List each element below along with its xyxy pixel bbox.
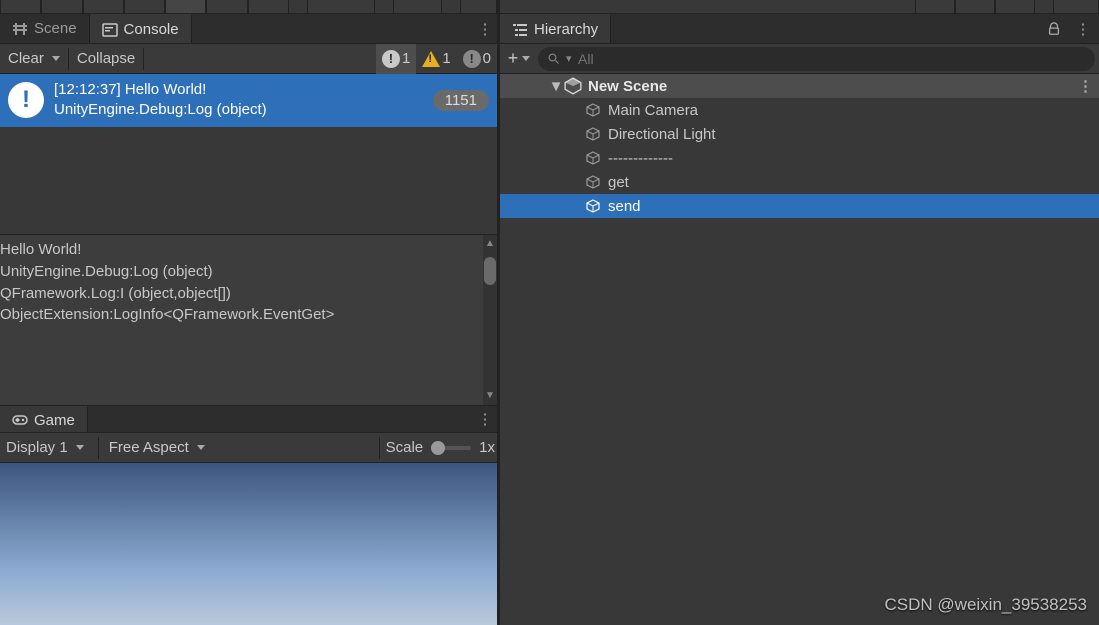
scale-slider[interactable] — [431, 446, 471, 450]
scale-label: Scale — [386, 439, 424, 456]
game-view[interactable] — [0, 463, 497, 625]
game-icon — [12, 412, 28, 428]
hierarchy-tabs-menu-icon[interactable]: ⋮ — [1071, 20, 1095, 38]
warn-count: 1 — [442, 50, 450, 67]
gameobject-icon — [584, 101, 602, 119]
stack-line: ObjectExtension:LogInfo<QFramework.Event… — [0, 304, 497, 326]
aspect-dropdown[interactable]: Free Aspect — [105, 435, 373, 461]
tab-console-label: Console — [124, 21, 179, 38]
scrollbar[interactable]: ▲ ▼ — [483, 235, 497, 405]
clear-label: Clear — [8, 50, 44, 67]
gameobject-icon — [584, 149, 602, 167]
tab-game-label: Game — [34, 412, 75, 429]
hierarchy-search[interactable]: ▾ — [538, 47, 1095, 71]
display-value: Display 1 — [6, 439, 68, 456]
stack-line: UnityEngine.Debug:Log (object) — [0, 261, 497, 283]
error-icon: ! — [463, 50, 481, 68]
item-label: Directional Light — [608, 126, 716, 143]
item-label: send — [608, 198, 641, 215]
lock-icon[interactable] — [1047, 22, 1061, 36]
create-button[interactable]: + — [504, 46, 534, 72]
scroll-down-icon[interactable]: ▼ — [485, 389, 495, 404]
aspect-value: Free Aspect — [109, 439, 189, 456]
tab-hierarchy-label: Hierarchy — [534, 21, 598, 38]
scene-row[interactable]: ▼ New Scene ⋮ — [500, 74, 1099, 98]
disclosure-icon[interactable]: ▼ — [548, 78, 564, 95]
error-filter[interactable]: ! 0 — [457, 44, 497, 74]
stack-line: Hello World! — [0, 239, 497, 261]
warn-icon — [422, 51, 440, 67]
tab-scene[interactable]: Scene — [0, 14, 90, 43]
hierarchy-item-selected[interactable]: send — [500, 194, 1099, 218]
hierarchy-item[interactable]: Main Camera — [500, 98, 1099, 122]
log-info-icon: ! — [8, 82, 44, 118]
warn-filter[interactable]: 1 — [416, 44, 456, 74]
clear-button[interactable]: Clear — [0, 46, 68, 71]
item-label: get — [608, 174, 629, 191]
item-label: Main Camera — [608, 102, 698, 119]
console-log-entry[interactable]: ! [12:12:37] Hello World! UnityEngine.De… — [0, 74, 497, 127]
item-label: ------------- — [608, 150, 673, 167]
gameobject-icon — [584, 197, 602, 215]
tabs-menu-icon[interactable]: ⋮ — [473, 14, 497, 43]
log-entry-text: [12:12:37] Hello World! UnityEngine.Debu… — [54, 80, 423, 121]
collapse-button[interactable]: Collapse — [69, 46, 143, 71]
tab-scene-label: Scene — [34, 20, 77, 37]
tab-hierarchy[interactable]: Hierarchy — [500, 14, 611, 43]
scene-menu-icon[interactable]: ⋮ — [1078, 77, 1093, 95]
unity-scene-icon — [564, 77, 582, 95]
search-input[interactable] — [578, 51, 1085, 67]
error-count: 0 — [483, 50, 491, 67]
display-dropdown[interactable]: Display 1 — [2, 435, 92, 461]
info-icon: ! — [382, 50, 400, 68]
scene-name: New Scene — [588, 78, 667, 95]
console-log-list[interactable]: ! [12:12:37] Hello World! UnityEngine.De… — [0, 74, 497, 234]
info-filter[interactable]: ! 1 — [376, 44, 416, 74]
search-icon — [548, 53, 560, 65]
tab-console[interactable]: Console — [90, 14, 192, 43]
tab-game[interactable]: Game — [0, 406, 88, 432]
gameobject-icon — [584, 125, 602, 143]
gameobject-icon — [584, 173, 602, 191]
search-prefix: ▾ — [566, 52, 572, 65]
scroll-thumb[interactable] — [484, 257, 496, 285]
collapse-label: Collapse — [77, 50, 135, 67]
hierarchy-item[interactable]: Directional Light — [500, 122, 1099, 146]
info-count: 1 — [402, 50, 410, 67]
console-stack-panel[interactable]: Hello World! UnityEngine.Debug:Log (obje… — [0, 234, 497, 405]
scroll-up-icon[interactable]: ▲ — [485, 237, 495, 252]
hierarchy-item[interactable]: get — [500, 170, 1099, 194]
hierarchy-item[interactable]: ------------- — [500, 146, 1099, 170]
scene-icon — [12, 21, 28, 37]
watermark: CSDN @weixin_39538253 — [885, 595, 1087, 615]
stack-line: QFramework.Log:I (object,object[]) — [0, 283, 497, 305]
slider-knob[interactable] — [431, 441, 445, 455]
game-tabs-menu-icon[interactable]: ⋮ — [473, 406, 497, 432]
hierarchy-tree[interactable]: ▼ New Scene ⋮ Main Camera Directional Li… — [500, 74, 1099, 625]
console-icon — [102, 22, 118, 38]
scale-value: 1x — [479, 439, 495, 456]
log-count-badge: 1151 — [433, 90, 489, 111]
hierarchy-icon — [512, 22, 528, 38]
